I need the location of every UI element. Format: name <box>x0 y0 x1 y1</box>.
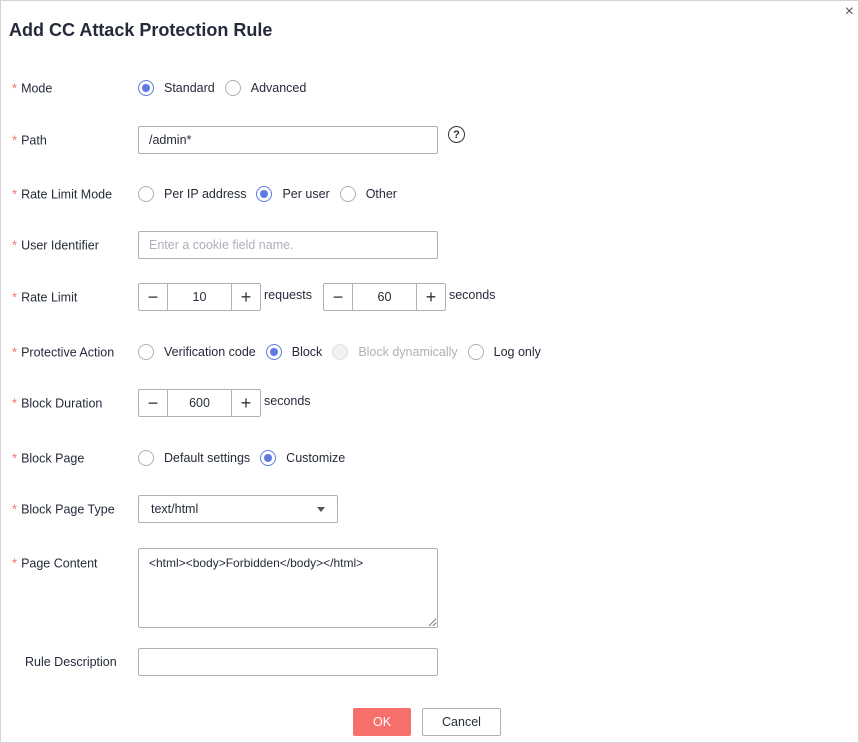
requests-unit: requests <box>264 288 312 302</box>
page-content-row: * Page Content <html><body>Forbidden</bod… <box>1 548 858 628</box>
add-cc-rule-dialog: Add CC Attack Protection Rule × * Mode St… <box>0 0 859 743</box>
select-value: text/html <box>151 502 199 516</box>
radio-per-user[interactable]: Per user <box>256 186 330 202</box>
rule-description-row: Rule Description <box>1 648 858 676</box>
block-page-type-row: * Block Page Type text/html <box>1 495 858 523</box>
decrement-button[interactable]: − <box>139 284 167 310</box>
protective-action-label: Protective Action <box>21 345 115 360</box>
user-identifier-input[interactable] <box>138 231 438 259</box>
radio-advanced[interactable]: Advanced <box>224 80 306 96</box>
required-icon: * <box>12 395 18 411</box>
required-icon: * <box>12 289 18 305</box>
required-icon: * <box>12 237 18 253</box>
radio-verification-code[interactable]: Verification code <box>138 344 256 360</box>
radio-block[interactable]: Block <box>265 344 322 360</box>
block-duration-label: Block Duration <box>21 396 103 411</box>
rate-limit-row: * Rate Limit − 10 + requests − 60 + secon… <box>1 283 858 311</box>
requests-stepper[interactable]: − 10 + <box>138 283 261 311</box>
help-icon[interactable]: ? <box>448 126 465 143</box>
page-content-label: Page Content <box>21 556 98 571</box>
close-icon[interactable]: × <box>845 3 854 21</box>
block-duration-row: * Block Duration − 600 + seconds <box>1 389 858 417</box>
increment-button[interactable]: + <box>417 284 445 310</box>
chevron-down-icon <box>317 506 325 512</box>
seconds-stepper[interactable]: − 60 + <box>322 283 446 311</box>
required-icon: * <box>12 344 18 360</box>
requests-value[interactable]: 10 <box>167 284 232 310</box>
radio-customize[interactable]: Customize <box>260 450 345 466</box>
block-page-type-select[interactable]: text/html <box>138 495 338 523</box>
rule-description-input[interactable] <box>138 648 438 676</box>
mode-label: Mode <box>21 81 53 96</box>
path-label: Path <box>21 133 47 148</box>
radio-standard[interactable]: Standard <box>138 80 215 96</box>
block-duration-value[interactable]: 600 <box>167 390 232 416</box>
decrement-button[interactable]: − <box>139 390 167 416</box>
mode-row: * Mode Standard Advanced <box>1 74 858 102</box>
rate-limit-label: Rate Limit <box>21 290 78 305</box>
path-input[interactable] <box>138 126 438 154</box>
required-icon: * <box>12 186 18 202</box>
block-duration-unit: seconds <box>264 394 311 408</box>
increment-button[interactable]: + <box>232 390 260 416</box>
protective-action-row: * Protective Action Verification code Blo… <box>1 338 858 366</box>
required-icon: * <box>12 132 18 148</box>
user-identifier-row: * User Identifier <box>1 231 858 259</box>
rate-limit-mode-label: Rate Limit Mode <box>21 187 113 202</box>
required-icon: * <box>12 555 18 571</box>
block-page-row: * Block Page Default settings Customize <box>1 444 858 472</box>
cancel-button[interactable]: Cancel <box>422 708 501 736</box>
seconds-value[interactable]: 60 <box>351 284 417 310</box>
user-identifier-label: User Identifier <box>21 238 99 253</box>
radio-other[interactable]: Other <box>339 186 397 202</box>
dialog-title: Add CC Attack Protection Rule <box>9 20 273 40</box>
required-icon: * <box>12 80 18 96</box>
path-row: *Path ? <box>1 126 858 154</box>
radio-default-settings[interactable]: Default settings <box>138 450 250 466</box>
decrement-button[interactable]: − <box>324 284 352 310</box>
ok-button[interactable]: OK <box>353 708 411 736</box>
required-icon: * <box>12 450 18 466</box>
seconds-unit: seconds <box>448 288 496 302</box>
radio-log-only[interactable]: Log only <box>467 344 541 360</box>
rule-description-label: Rule Description <box>25 655 117 669</box>
block-page-label: Block Page <box>21 451 85 466</box>
page-content-textarea[interactable]: <html><body>Forbidden</body></html> <box>138 548 438 628</box>
radio-per-ip[interactable]: Per IP address <box>138 186 246 202</box>
increment-button[interactable]: + <box>232 284 260 310</box>
required-icon: * <box>12 501 18 517</box>
radio-block-dynamically: Block dynamically <box>332 344 458 360</box>
block-page-type-label: Block Page Type <box>21 502 115 517</box>
block-duration-stepper[interactable]: − 600 + <box>138 389 261 417</box>
rate-limit-mode-row: * Rate Limit Mode Per IP address Per user… <box>1 180 858 208</box>
